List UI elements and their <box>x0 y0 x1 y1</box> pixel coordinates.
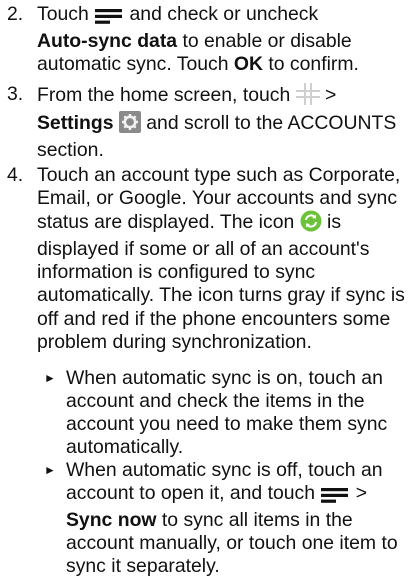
bullet-text: When automatic sync is on, touch an acco… <box>66 367 388 459</box>
settings-icon <box>118 111 141 139</box>
step-4-text: Touch an account type such as Corporate,… <box>37 164 405 353</box>
bullet-arrow-icon: ► <box>44 371 56 385</box>
step-3-text: From the home screen, touch > Settings a… <box>37 83 397 162</box>
ok-label: OK <box>233 53 263 76</box>
step-number: 3. <box>7 83 24 105</box>
settings-label: Settings <box>37 112 114 135</box>
document-page: 2. Touch and check or uncheck Auto-sync … <box>0 0 413 577</box>
bullet-arrow-icon: ► <box>44 463 56 477</box>
step-2-text: Touch and check or uncheck Auto-sync dat… <box>37 3 359 76</box>
step-number: 4. <box>7 164 24 186</box>
sync-now-label: Sync now <box>66 509 157 532</box>
step-number: 2. <box>7 3 24 25</box>
sync-green-icon <box>300 210 322 238</box>
auto-sync-label: Auto-sync data <box>37 30 178 53</box>
bullet-text: When automatic sync is off, touch an acc… <box>66 459 398 578</box>
app-grid-icon <box>295 83 320 111</box>
menu-icon <box>94 7 124 30</box>
menu-icon <box>320 486 350 509</box>
